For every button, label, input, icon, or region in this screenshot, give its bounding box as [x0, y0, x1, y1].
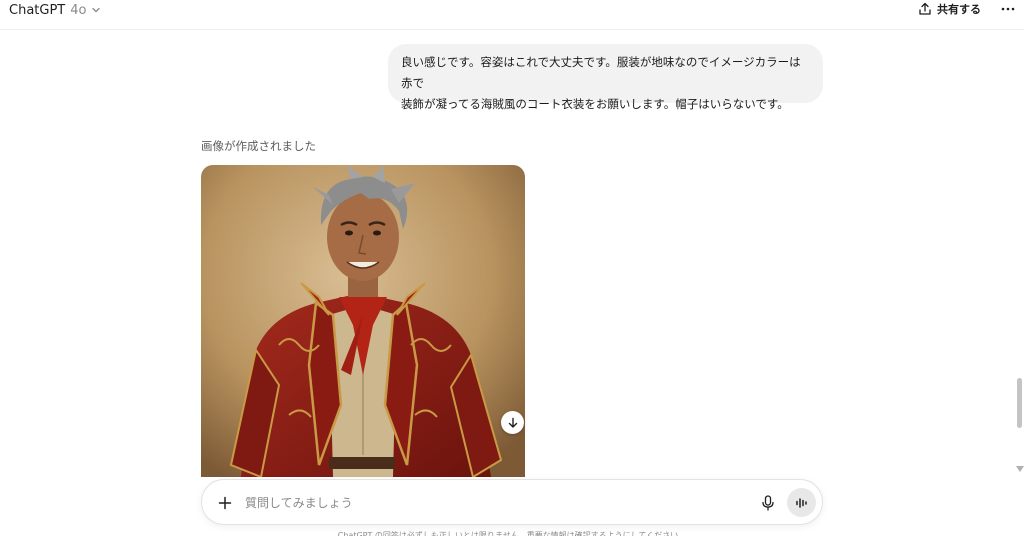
- image-created-status: 画像が作成されました: [201, 139, 316, 153]
- message-composer: [201, 479, 823, 525]
- attach-button[interactable]: [215, 493, 235, 513]
- prompt-input[interactable]: [245, 492, 745, 514]
- scrollbar-thumb[interactable]: [1017, 378, 1022, 428]
- disclaimer-text: ChatGPT の回答は必ずしも正しいとは限りません。重要な情報は確認するように…: [337, 531, 687, 536]
- download-icon: [508, 417, 517, 428]
- user-message-bubble: 良い感じです。容姿はこれで大丈夫です。服装が地味なのでイメージカラーは赤で 装飾…: [388, 44, 823, 111]
- image-download-button[interactable]: [501, 411, 524, 434]
- generated-image[interactable]: [201, 165, 525, 477]
- voice-mode-button[interactable]: [787, 488, 816, 517]
- scroll-down-arrow-icon[interactable]: [1016, 466, 1024, 472]
- share-label: 共有する: [937, 3, 981, 16]
- microphone-icon: [762, 495, 774, 511]
- share-button[interactable]: 共有する: [918, 0, 981, 18]
- dictate-button[interactable]: [758, 493, 778, 513]
- share-upload-icon: [919, 2, 931, 15]
- top-bar: ChatGPT 4o 共有する: [0, 0, 1024, 30]
- generated-image-illustration: [201, 165, 525, 477]
- voice-mode-icon: [795, 497, 807, 508]
- more-horizontal-icon: [1001, 7, 1015, 11]
- plus-icon: [218, 496, 232, 510]
- model-name: ChatGPT: [9, 2, 66, 18]
- user-message-text: 良い感じです。容姿はこれで大丈夫です。服装が地味なのでイメージカラーは赤で 装飾…: [401, 55, 801, 111]
- model-selector[interactable]: ChatGPT 4o: [9, 1, 101, 19]
- chevron-down-icon: [92, 7, 101, 13]
- model-version: 4o: [70, 2, 87, 18]
- more-options-button[interactable]: [998, 1, 1018, 17]
